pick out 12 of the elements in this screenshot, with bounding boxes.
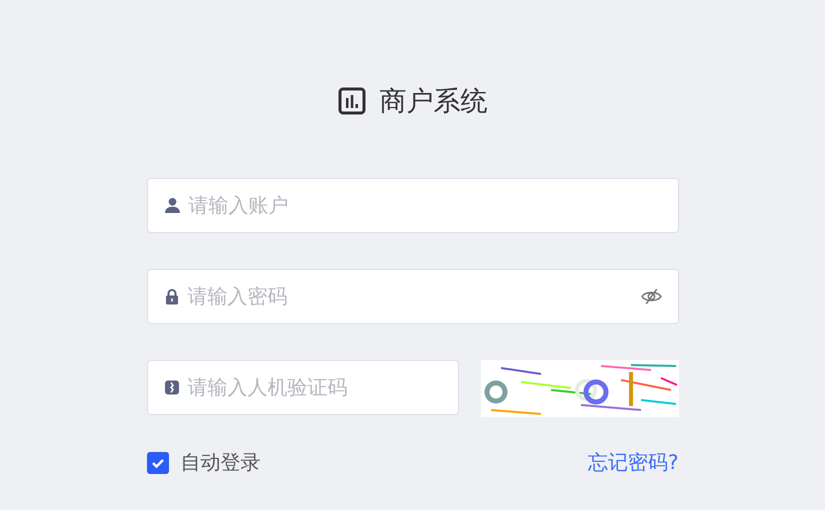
password-field[interactable]: 请输入密码	[146, 269, 678, 324]
checkbox[interactable]	[146, 452, 168, 474]
checkbox-label: 自动登录	[180, 449, 260, 476]
chart-icon	[338, 87, 366, 115]
shield-icon	[164, 379, 180, 396]
lock-icon	[164, 288, 180, 305]
forgot-password-link[interactable]: 忘记密码?	[588, 449, 678, 476]
eye-off-icon[interactable]	[640, 288, 662, 305]
captcha-field[interactable]: 请输入人机验证码	[146, 360, 458, 415]
user-icon	[164, 197, 180, 214]
account-field[interactable]: 请输入账户	[146, 178, 678, 233]
app-title: 商户系统	[380, 85, 488, 119]
